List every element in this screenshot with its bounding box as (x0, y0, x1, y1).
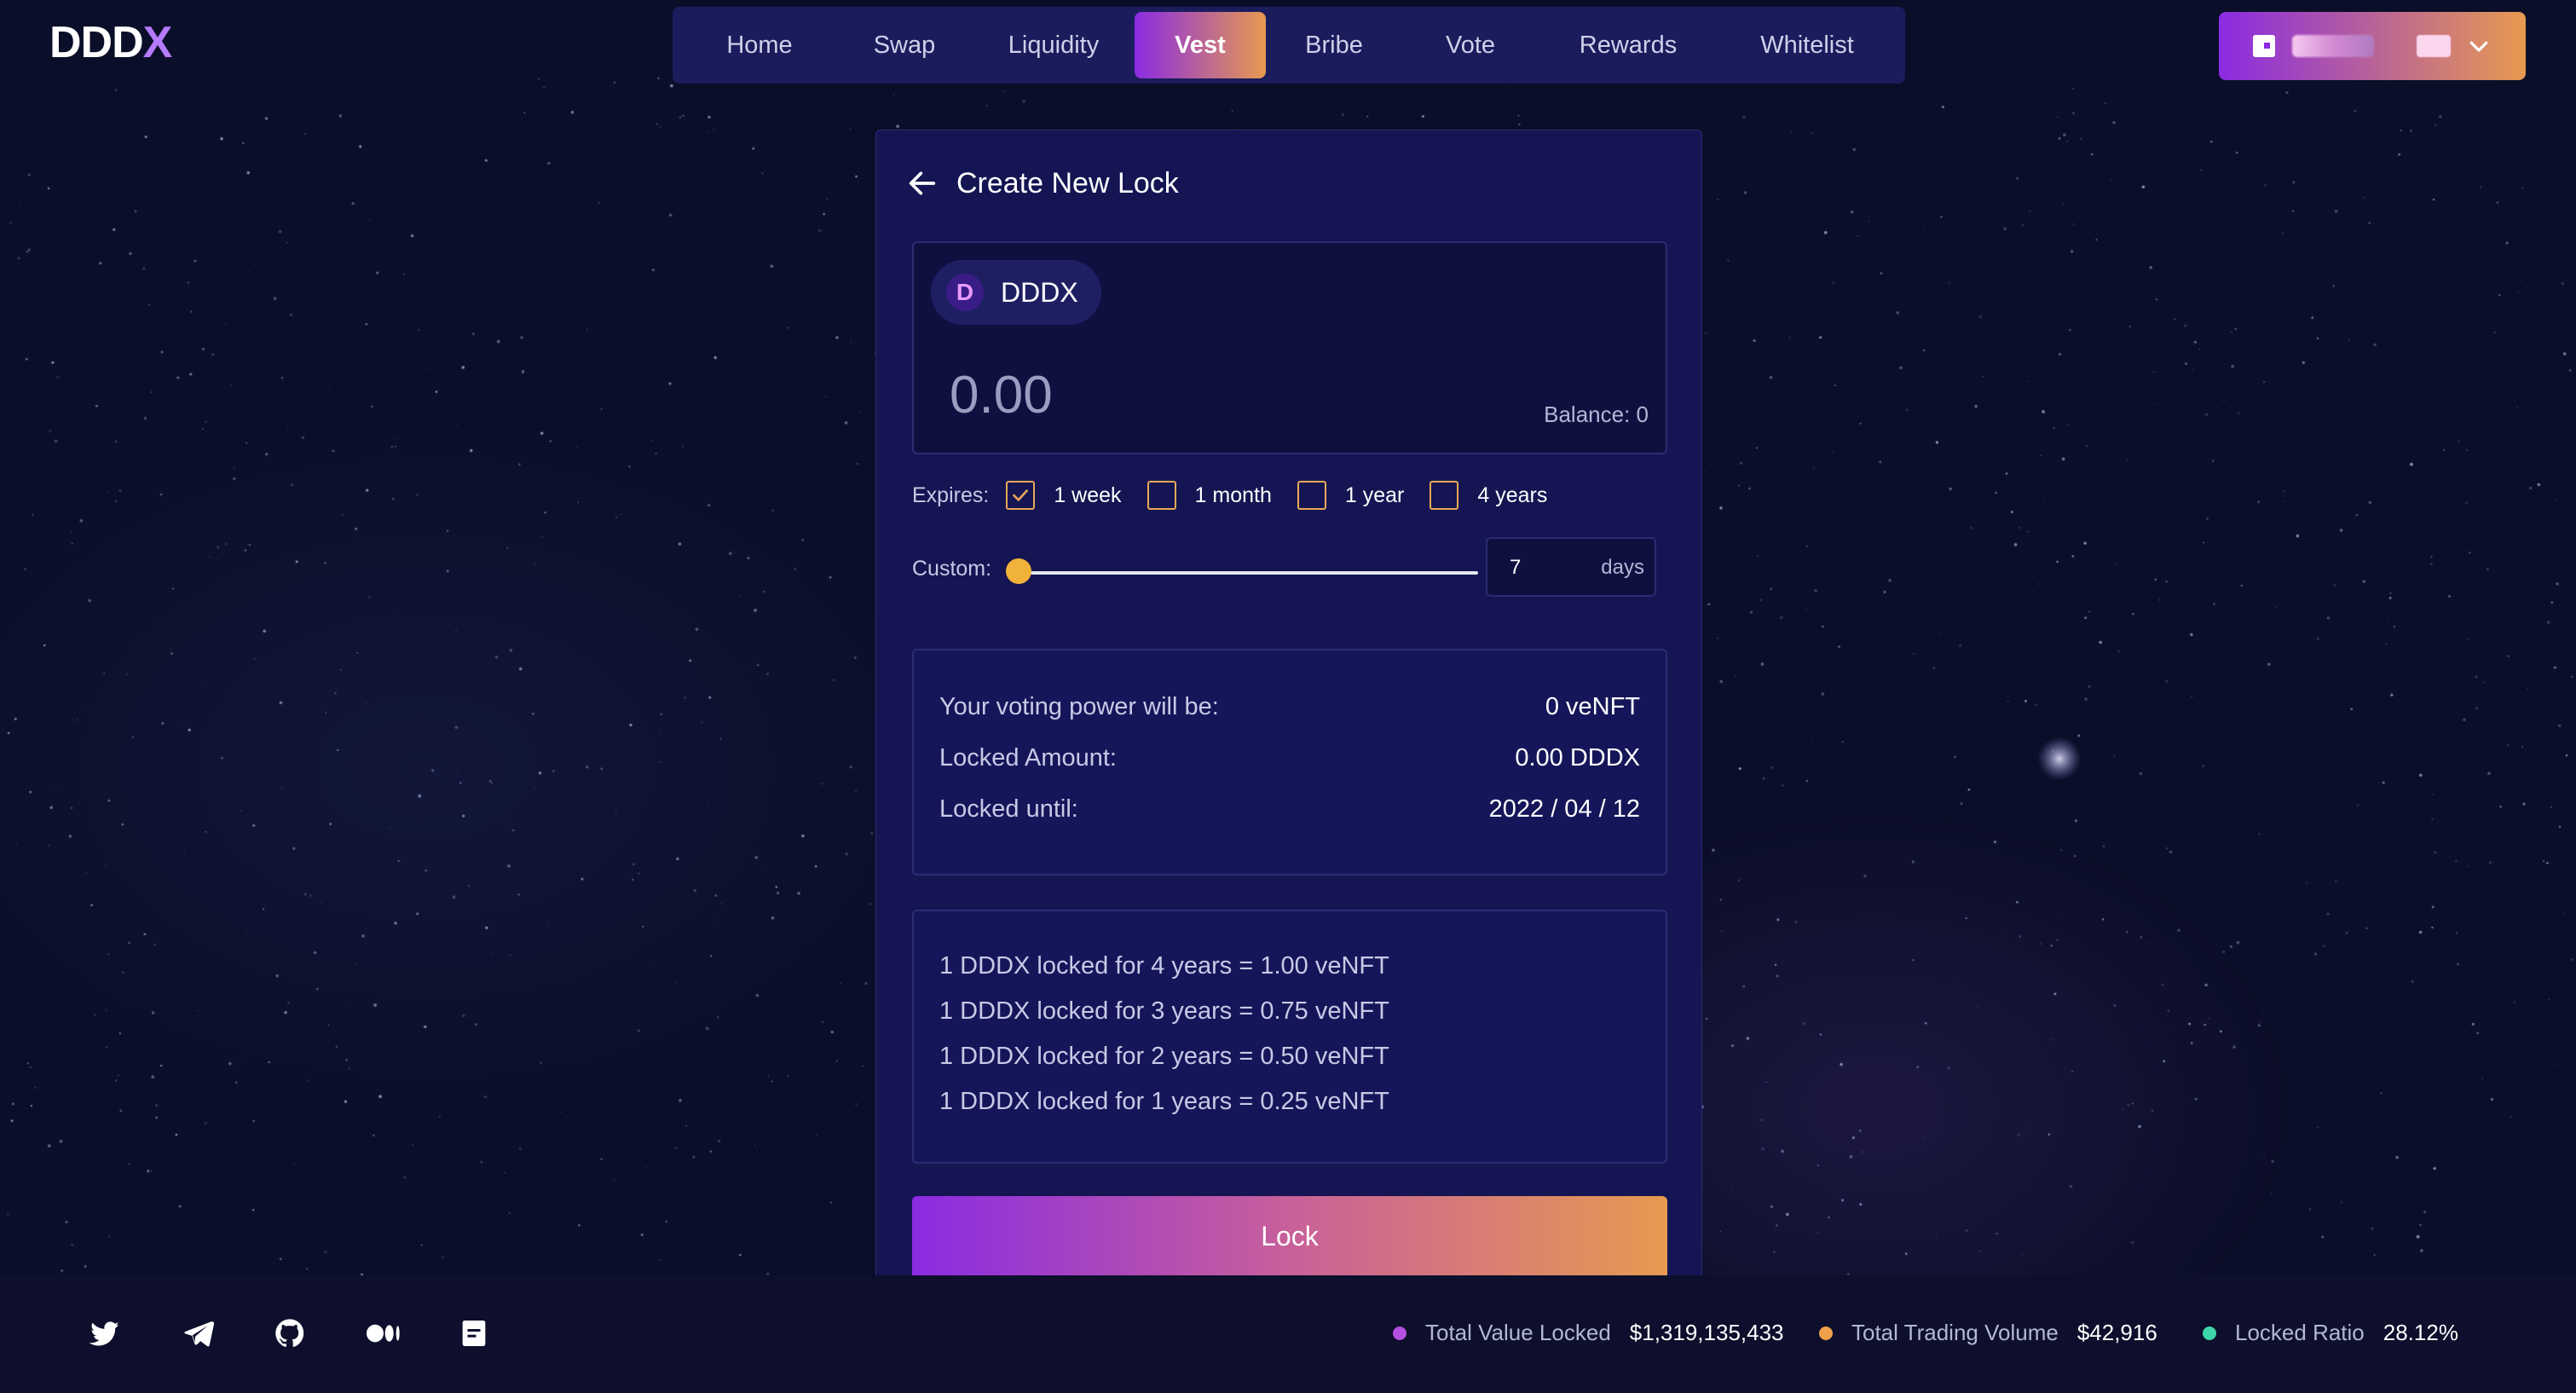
check-icon (1013, 489, 1029, 501)
balance-label: Balance: 0 (1544, 402, 1649, 427)
custom-days-input[interactable] (1508, 552, 1576, 583)
rate-item: 1 DDDX locked for 1 years = 0.25 veNFT (939, 1088, 1389, 1115)
medium-icon[interactable] (365, 1316, 402, 1350)
nav-whitelist[interactable]: Whitelist (1718, 12, 1897, 78)
dddx-token-icon: D (946, 274, 984, 311)
slider-thumb[interactable] (1006, 558, 1031, 584)
chevron-down-icon (2469, 41, 2488, 52)
create-lock-panel: Create New Lock D DDDX Balance: 0 Expire… (875, 130, 1702, 1281)
nav-home[interactable]: Home (683, 12, 836, 78)
token-symbol: DDDX (1001, 276, 1078, 308)
checkbox-1-month[interactable] (1146, 481, 1176, 510)
expires-row: Expires: 1 week 1 month 1 year 4 years (912, 478, 1573, 512)
wallet-button[interactable] (2219, 12, 2526, 80)
github-icon[interactable] (273, 1316, 307, 1350)
custom-label: Custom: (912, 557, 992, 581)
amount-box: D DDDX Balance: 0 (912, 241, 1667, 454)
nav-liquidity[interactable]: Liquidity (973, 12, 1135, 78)
panel-header: Create New Lock (905, 166, 1179, 200)
rate-item: 1 DDDX locked for 2 years = 0.50 veNFT (939, 1043, 1389, 1070)
app-root: DDDX Home Swap Liquidity Vest Bribe Vote… (0, 0, 2576, 1393)
summary-row: Locked until: 2022 / 04 / 12 (939, 795, 1640, 824)
arrow-left-icon[interactable] (905, 166, 939, 200)
token-selector[interactable]: D DDDX (931, 260, 1101, 325)
nav-bribe[interactable]: Bribe (1266, 12, 1402, 78)
stat-value: $42,916 (2076, 1320, 2157, 1345)
checkbox-4-years[interactable] (1430, 481, 1459, 510)
lock-rates: 1 DDDX locked for 4 years = 1.00 veNFT 1… (912, 910, 1667, 1164)
stat-label: Locked Ratio (2235, 1320, 2365, 1345)
checkbox-1-year[interactable] (1297, 481, 1326, 510)
stat-label: Total Trading Volume (1851, 1320, 2059, 1345)
summary-row: Locked Amount: 0.00 DDDX (939, 744, 1640, 772)
stat-total-trading-volume: Total Trading Volume $42,916 (1819, 1320, 2157, 1346)
rate-item: 1 DDDX locked for 3 years = 0.75 veNFT (939, 997, 1389, 1025)
lock-summary: Your voting power will be: 0 veNFT Locke… (912, 649, 1667, 876)
summary-label: Your voting power will be: (939, 693, 1219, 720)
panel-title: Create New Lock (956, 166, 1179, 199)
summary-value: 0.00 DDDX (1515, 744, 1640, 772)
checkbox-1-week[interactable] (1006, 481, 1036, 510)
stat-locked-ratio: Locked Ratio 28.12% (2203, 1320, 2458, 1346)
footer: Total Value Locked $1,319,135,433 Total … (0, 1275, 2576, 1393)
option-label-4-years[interactable]: 4 years (1477, 483, 1547, 508)
option-label-1-year[interactable]: 1 year (1345, 483, 1404, 508)
stat-value: 28.12% (2383, 1320, 2458, 1345)
logo-text: DDD (49, 18, 144, 67)
expires-label: Expires: (912, 483, 990, 507)
custom-duration-slider[interactable] (1013, 571, 1478, 575)
summary-value: 2022 / 04 / 12 (1488, 795, 1640, 823)
telegram-icon[interactable] (182, 1316, 216, 1350)
option-label-1-month[interactable]: 1 month (1195, 483, 1272, 508)
nav-rewards[interactable]: Rewards (1539, 12, 1718, 78)
stat-label: Total Value Locked (1425, 1320, 1611, 1345)
option-label-1-week[interactable]: 1 week (1054, 483, 1121, 508)
stat-dot (1393, 1326, 1406, 1340)
summary-label: Locked until: (939, 795, 1078, 823)
summary-row: Your voting power will be: 0 veNFT (939, 693, 1640, 721)
stat-total-value-locked: Total Value Locked $1,319,135,433 (1393, 1320, 1784, 1346)
days-unit: days (1601, 556, 1644, 579)
stat-dot (2203, 1326, 2216, 1340)
stat-dot (1819, 1326, 1833, 1340)
summary-value: 0 veNFT (1545, 693, 1640, 720)
wallet-network-redacted (2417, 35, 2451, 57)
docs-icon[interactable] (457, 1316, 491, 1350)
brand-logo[interactable]: DDDX (49, 17, 173, 68)
stat-value: $1,319,135,433 (1629, 1320, 1784, 1345)
nav-swap[interactable]: Swap (836, 12, 973, 78)
nav-vest[interactable]: Vest (1135, 12, 1266, 78)
wallet-address-redacted (2292, 35, 2374, 57)
rate-item: 1 DDDX locked for 4 years = 1.00 veNFT (939, 952, 1389, 980)
amount-input[interactable] (948, 361, 1374, 429)
wallet-icon (2253, 35, 2275, 57)
lock-button[interactable]: Lock (912, 1196, 1667, 1281)
nav-vote[interactable]: Vote (1402, 12, 1539, 78)
main-nav: Home Swap Liquidity Vest Bribe Vote Rewa… (673, 7, 1905, 84)
summary-label: Locked Amount: (939, 744, 1117, 772)
twitter-icon[interactable] (88, 1316, 122, 1350)
logo-accent: X (142, 18, 173, 67)
days-box: days (1486, 537, 1656, 597)
